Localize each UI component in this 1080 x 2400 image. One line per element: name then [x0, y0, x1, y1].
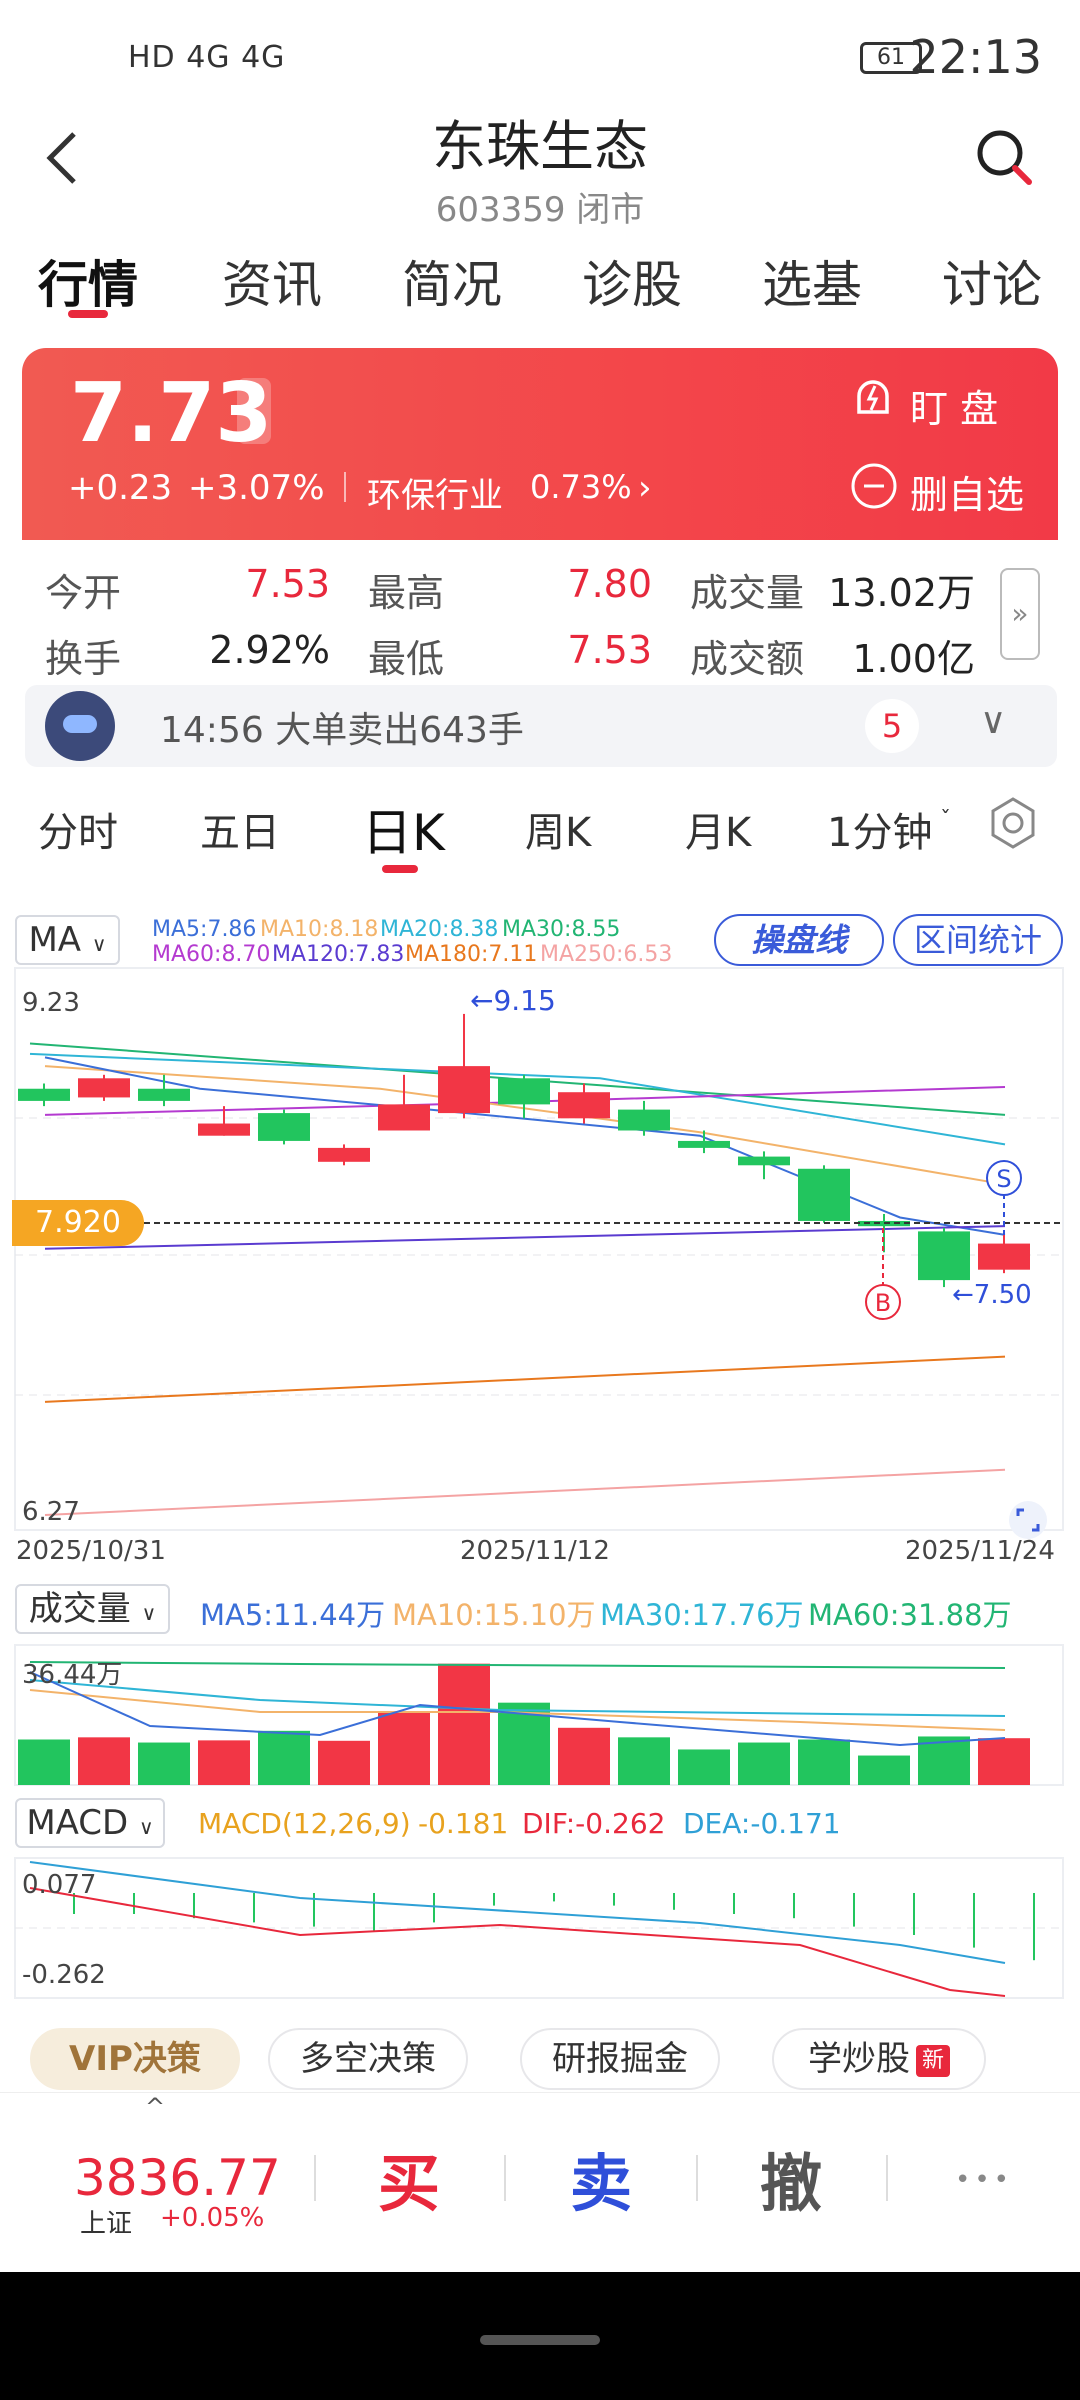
vol-ma5-legend: MA5:11.44万 — [200, 1598, 386, 1632]
candle-body — [978, 1243, 1030, 1270]
candle-body — [138, 1088, 190, 1101]
research-button[interactable]: 研报掘金 — [520, 2028, 720, 2090]
volume-select-label: 成交量 — [28, 1589, 131, 1629]
ma30-legend: MA30:8.55 — [502, 917, 621, 942]
kline-panel — [14, 967, 1064, 1531]
y-axis-top: 9.23 — [22, 988, 80, 1018]
volume-bar — [18, 1739, 70, 1785]
date-mid: 2025/11/12 — [460, 1536, 610, 1566]
volume-bar — [678, 1749, 730, 1785]
volume-bar — [258, 1730, 310, 1785]
macd-axis-top: 0.077 — [22, 1870, 97, 1900]
max-price-marker: ←9.15 — [470, 984, 556, 1017]
volume-bar — [738, 1742, 790, 1785]
ma250-legend: MA250:6.53 — [540, 942, 673, 967]
candle-body — [438, 1066, 490, 1114]
ma120-legend: MA120:7.83 — [272, 942, 405, 967]
dif-line — [29, 1887, 1006, 1997]
candle-body — [198, 1123, 250, 1136]
macd-value-legend: -0.181 — [418, 1807, 509, 1840]
vol-ma60-line — [29, 1661, 1006, 1669]
buy-marker-label: B — [875, 1289, 891, 1317]
macd-select-label: MACD — [26, 1803, 129, 1843]
candle-body — [798, 1168, 850, 1221]
more-icon[interactable]: ••• — [955, 2165, 1013, 2195]
trading-line-button[interactable]: 操盘线 — [714, 914, 884, 966]
volume-bar — [318, 1740, 370, 1785]
macd-axis-bottom: -0.262 — [22, 1960, 106, 1990]
buy-button[interactable]: 买 — [378, 2133, 440, 2223]
ma60-legend: MA60:8.70 — [152, 942, 271, 967]
vol-ma30-legend: MA30:17.76万 — [600, 1598, 804, 1632]
divider — [504, 2155, 506, 2201]
new-badge: 新 — [915, 2044, 950, 2077]
vol-ma60-legend: MA60:31.88万 — [808, 1598, 1012, 1632]
learn-trading-label: 学炒股 — [807, 2039, 910, 2079]
candle-body — [678, 1140, 730, 1148]
candle-body — [918, 1231, 970, 1281]
candle-body — [738, 1156, 790, 1166]
y-axis-bottom: 6.27 — [22, 1497, 80, 1527]
trade-bar: ^ 3836.77 上证 +0.05% 买 卖 撤 ••• — [0, 2092, 1080, 2272]
volume-bar — [858, 1755, 910, 1785]
candle-body — [78, 1078, 130, 1098]
dif-legend: DIF:-0.262 — [522, 1807, 666, 1840]
date-end: 2025/11/24 — [905, 1536, 1055, 1566]
ma250-line — [44, 1468, 1006, 1516]
volume-bar — [78, 1737, 130, 1785]
indicator-select-label: MA — [28, 920, 82, 960]
range-stats-button[interactable]: 区间统计 — [893, 914, 1063, 966]
ma10-legend: MA10:8.18 — [260, 917, 379, 942]
divider — [314, 2155, 316, 2201]
macd-select[interactable]: MACD ∨ — [15, 1798, 165, 1848]
volume-bar — [558, 1727, 610, 1785]
volume-bar — [198, 1740, 250, 1785]
ma120-line — [44, 1225, 1006, 1250]
candle-body — [498, 1078, 550, 1105]
divider — [696, 2155, 698, 2201]
volume-bar — [138, 1742, 190, 1785]
vip-decision-button[interactable]: VIP决策 — [30, 2028, 240, 2090]
volume-bar — [378, 1712, 430, 1785]
volume-select[interactable]: 成交量 ∨ — [15, 1584, 170, 1634]
sell-button[interactable]: 卖 — [570, 2133, 632, 2223]
indicator-select[interactable]: MA ∨ — [15, 915, 120, 965]
volume-bar — [618, 1737, 670, 1785]
candle-body — [378, 1104, 430, 1131]
macd-param-legend: MACD(12,26,9) — [198, 1807, 411, 1840]
ma180-legend: MA180:7.11 — [405, 942, 538, 967]
date-start: 2025/10/31 — [16, 1536, 166, 1566]
cancel-order-button[interactable]: 撤 — [760, 2133, 822, 2223]
candle-body — [558, 1092, 610, 1119]
volume-bar — [978, 1738, 1030, 1785]
candle-body — [618, 1109, 670, 1131]
volume-axis-top: 36.44万 — [22, 1660, 123, 1690]
dea-legend: DEA:-0.171 — [683, 1807, 841, 1840]
vol-ma30-line — [29, 1679, 1006, 1717]
volume-bar — [438, 1663, 490, 1785]
volume-bar — [798, 1739, 850, 1785]
index-change: +0.05% — [160, 2203, 265, 2233]
chevron-up-icon[interactable]: ^ — [145, 2093, 165, 2121]
index-name: 上证 — [80, 2209, 133, 2239]
candle-body — [18, 1088, 70, 1101]
sell-marker-label: S — [996, 1165, 1011, 1193]
learn-trading-button[interactable]: 学炒股新 — [772, 2028, 986, 2090]
vol-ma10-legend: MA10:15.10万 — [392, 1598, 596, 1632]
candle-body — [318, 1147, 370, 1162]
ma20-legend: MA20:8.38 — [380, 917, 499, 942]
divider — [886, 2155, 888, 2201]
ma5-legend: MA5:7.86 — [152, 917, 257, 942]
home-indicator[interactable] — [480, 2335, 600, 2345]
current-price-tag: 7.920 — [12, 1200, 144, 1246]
index-value[interactable]: 3836.77 — [74, 2149, 281, 2207]
candle-body — [258, 1113, 310, 1141]
min-price-marker: ←7.50 — [952, 1280, 1032, 1310]
long-short-button[interactable]: 多空决策 — [268, 2028, 468, 2090]
